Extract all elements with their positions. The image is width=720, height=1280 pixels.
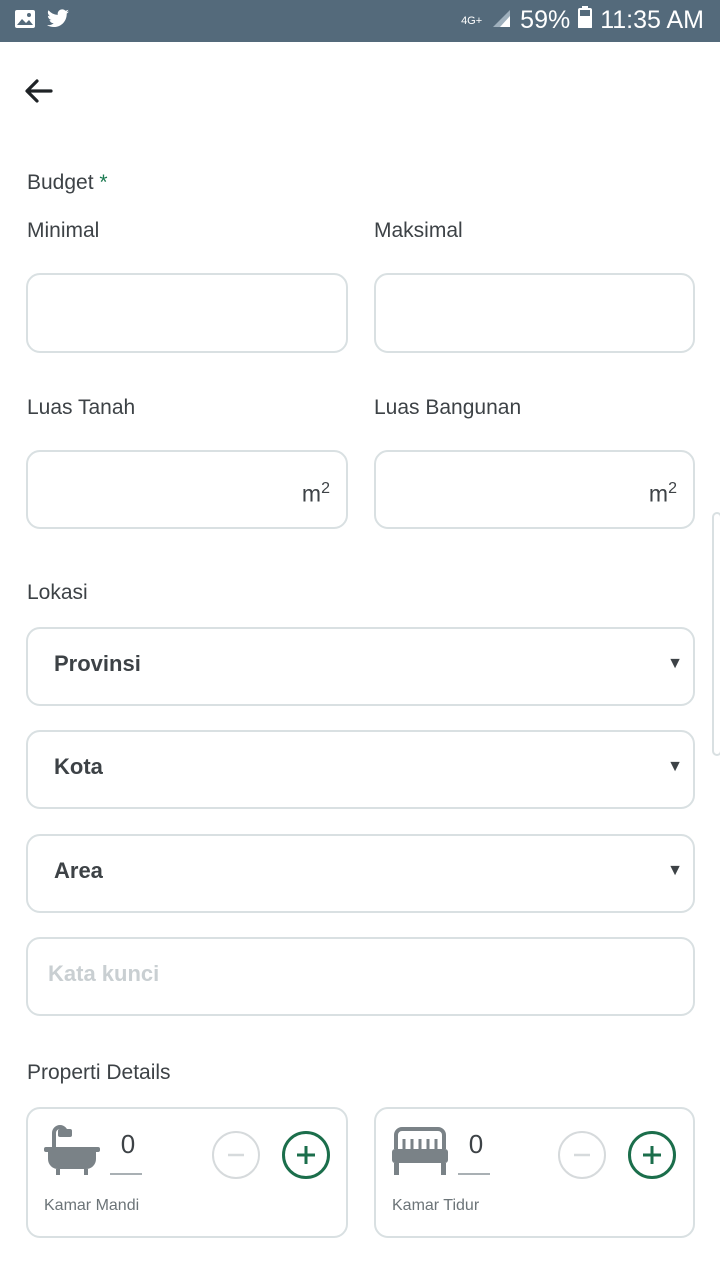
image-icon — [14, 9, 36, 34]
network-indicator: 4G+ — [461, 14, 483, 27]
arrow-left-icon — [25, 79, 53, 103]
city-select[interactable]: Kota ▼ — [26, 730, 695, 809]
bathroom-increment-button[interactable] — [282, 1131, 330, 1179]
bathroom-underline — [110, 1173, 142, 1175]
bathroom-label: Kamar Mandi — [44, 1197, 140, 1214]
budget-max-input[interactable] — [374, 273, 695, 353]
caret-down-icon: ▼ — [667, 862, 683, 879]
bedroom-decrement-button[interactable] — [558, 1131, 606, 1179]
budget-label: Budget * — [27, 171, 108, 195]
bathroom-count: 0 — [120, 1129, 136, 1159]
max-label: Maksimal — [374, 219, 463, 242]
required-mark: * — [99, 171, 108, 194]
bathtub-icon — [42, 1125, 102, 1182]
province-select[interactable]: Provinsi ▼ — [26, 627, 695, 706]
area-text: Area — [54, 858, 103, 883]
signal-icon — [490, 6, 512, 35]
plus-icon — [297, 1146, 315, 1164]
location-label: Lokasi — [27, 581, 88, 604]
building-area-input[interactable]: m2 — [374, 450, 695, 529]
bathroom-decrement-button[interactable] — [212, 1131, 260, 1179]
bedroom-label: Kamar Tidur — [392, 1197, 480, 1214]
land-area-label: Luas Tanah — [27, 396, 136, 419]
minus-icon — [228, 1153, 244, 1157]
budget-label-text: Budget — [27, 171, 94, 194]
bed-icon — [390, 1125, 450, 1182]
keyword-placeholder: Kata kunci — [48, 961, 160, 986]
area-select[interactable]: Area ▼ — [26, 834, 695, 913]
plus-icon — [643, 1146, 661, 1164]
bedroom-counter: 0 Kamar Tidur — [374, 1107, 695, 1238]
unit-label: m2 — [649, 480, 677, 508]
unit-exponent: 2 — [321, 480, 330, 497]
unit-exponent: 2 — [668, 480, 677, 497]
bedroom-underline — [458, 1173, 490, 1175]
bedroom-count: 0 — [468, 1129, 484, 1159]
building-area-label: Luas Bangunan — [374, 396, 522, 419]
province-text: Provinsi — [54, 651, 141, 676]
keyword-input[interactable]: Kata kunci — [26, 937, 695, 1016]
unit-base: m — [301, 480, 322, 507]
scroll-handle[interactable] — [712, 512, 720, 756]
land-area-input[interactable]: m2 — [26, 450, 348, 529]
min-label: Minimal — [27, 219, 100, 242]
minus-icon — [574, 1153, 590, 1157]
twitter-icon — [46, 9, 70, 34]
bedroom-increment-button[interactable] — [628, 1131, 676, 1179]
caret-down-icon: ▼ — [667, 655, 683, 672]
back-button[interactable] — [22, 74, 56, 108]
caret-down-icon: ▼ — [667, 758, 683, 775]
battery-icon — [578, 6, 593, 35]
property-details-label: Properti Details — [27, 1061, 171, 1084]
city-text: Kota — [54, 754, 103, 779]
budget-min-input[interactable] — [26, 273, 348, 353]
battery-percent: 59% — [520, 6, 571, 34]
bathroom-counter: 0 Kamar Mandi — [26, 1107, 348, 1238]
unit-base: m — [648, 480, 669, 507]
status-bar: 4G+ 59% 11:35 AM — [0, 0, 720, 42]
clock: 11:35 AM — [600, 6, 704, 34]
unit-label: m2 — [302, 480, 330, 508]
